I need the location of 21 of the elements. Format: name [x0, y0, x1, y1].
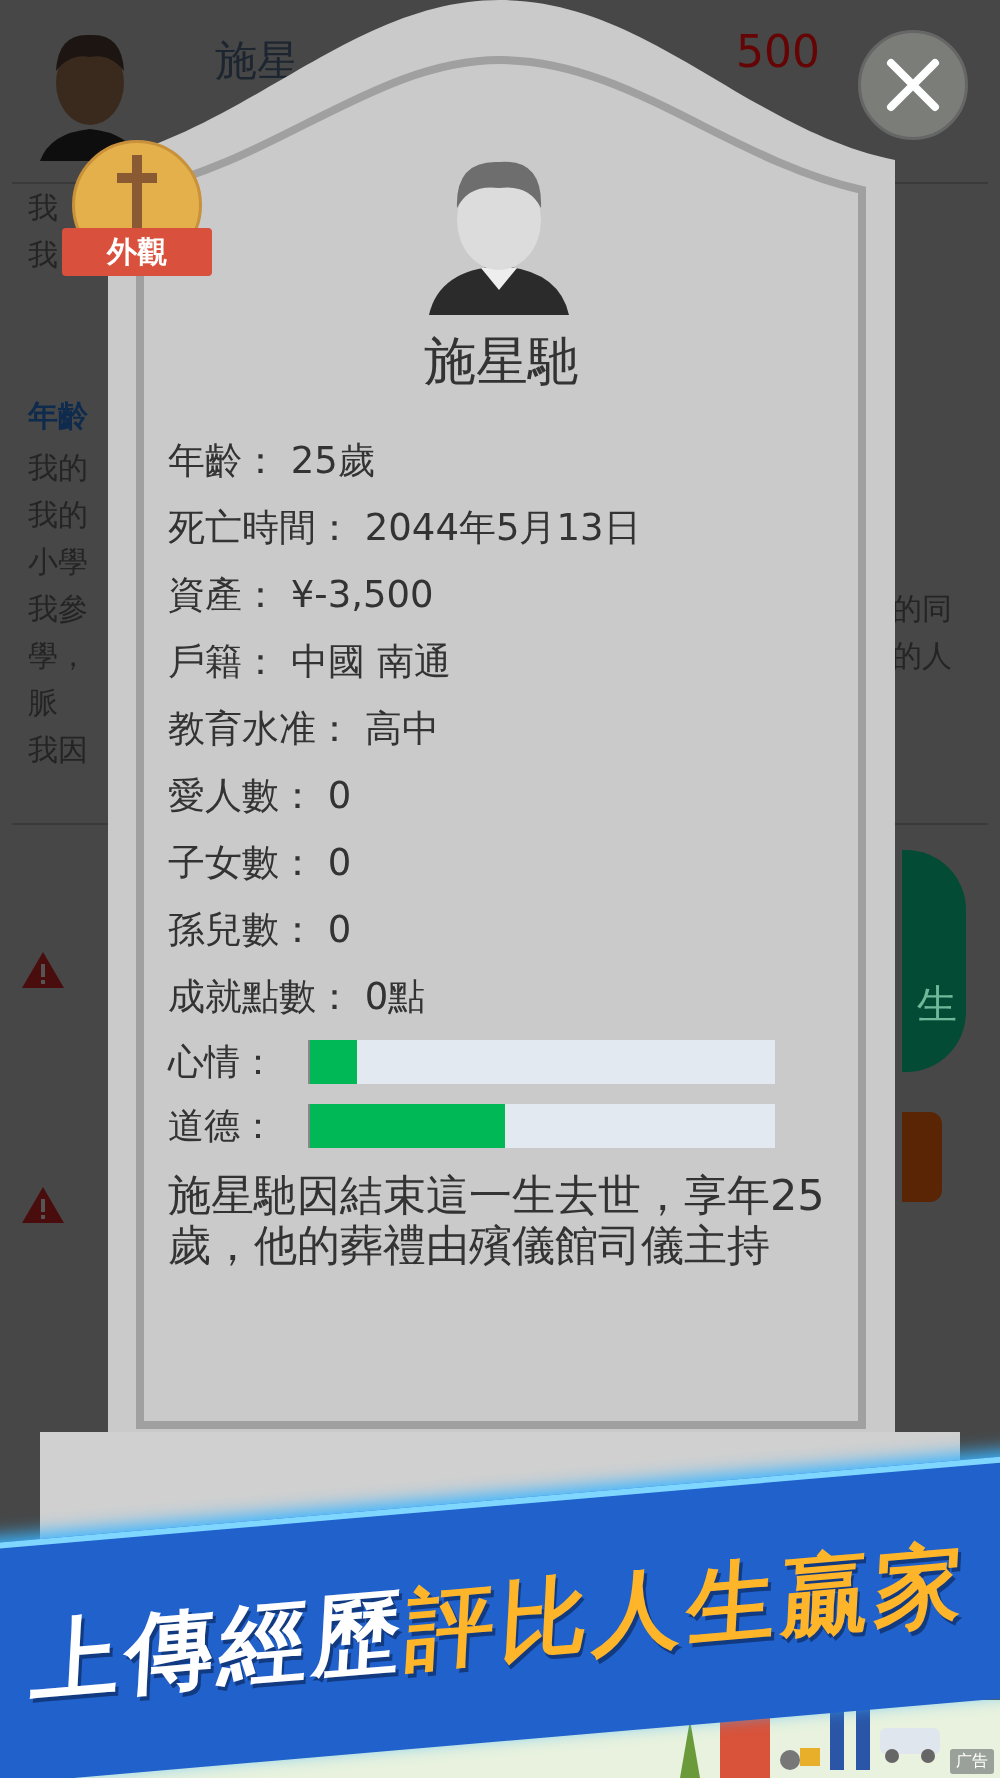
epitaph-text: 施星馳因結束這一生去世，享年25歲，他的葬禮由殯儀館司儀主持 [168, 1170, 826, 1270]
info-row-text: 死亡時間： 2044年5月13日 [168, 505, 642, 551]
meter-label: 道德： [168, 1103, 277, 1148]
ad-label: 广告 [950, 1749, 994, 1774]
info-row-text: 資產： ¥-3,500 [168, 572, 435, 618]
badge-ribbon: 外觀 [62, 228, 212, 276]
info-row-text: 孫兒數： 0 [168, 907, 353, 953]
section-title: 年齡 [28, 397, 89, 435]
info-row-text: 教育水准： 高中 [168, 706, 440, 752]
info-row-text: 年齡： 25歲 [168, 438, 376, 484]
warning-icon [20, 1185, 66, 1225]
close-icon [885, 57, 941, 113]
info-row-text: 成就點數： 0點 [168, 974, 427, 1020]
action-button[interactable]: 生 [902, 850, 966, 1072]
info-row-text: 戶籍： 中國 南通 [168, 639, 452, 685]
meter-label: 心情： [168, 1039, 277, 1084]
deceased-name: 施星馳 [423, 330, 580, 393]
warning-icon [20, 950, 66, 990]
info-row-text: 愛人數： 0 [168, 773, 353, 819]
info-row-text: 子女數： 0 [168, 840, 353, 886]
money-amount: 500 [736, 25, 820, 77]
